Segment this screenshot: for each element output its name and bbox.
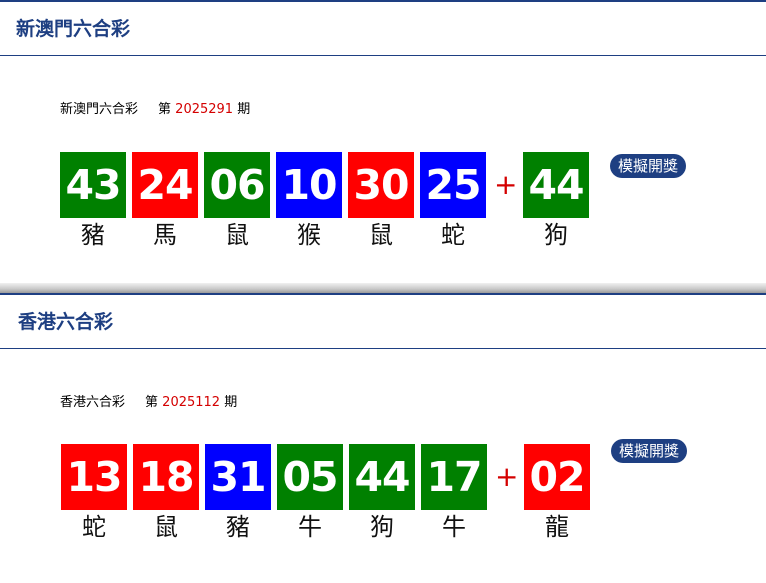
hongkong-lottery-section: 香港六合彩 香港六合彩第 2025112 期 13 18 31 05 44 17…: [0, 293, 766, 583]
ball-2: 24: [132, 152, 198, 218]
issue-prefix: 第: [145, 395, 159, 410]
section-divider: [0, 283, 766, 293]
special-ball: 02: [524, 444, 590, 510]
issue-line: 新澳門六合彩 第 2025291 期: [60, 101, 250, 119]
zodiac-3: 鼠: [225, 221, 249, 249]
zodiac-2: 馬: [153, 221, 177, 249]
plus-sign: +: [495, 460, 519, 493]
zodiac-5: 鼠: [369, 221, 393, 249]
issue-line: 香港六合彩 第 2025112 期: [60, 394, 237, 412]
result-balls: 43 24 06 10 30 25 + 44 豬 馬 鼠 猴 鼠 蛇 狗 模擬開…: [0, 152, 766, 252]
zodiac-1: 蛇: [82, 513, 106, 541]
special-zodiac: 龍: [545, 513, 569, 541]
issue-number: 2025291: [175, 102, 234, 117]
simulate-draw-button[interactable]: 模擬開獎: [610, 154, 687, 178]
zodiac-6: 牛: [442, 513, 466, 541]
section-title: 香港六合彩: [18, 311, 114, 333]
lottery-name: 香港六合彩: [60, 395, 126, 410]
issue-number: 2025112: [162, 395, 221, 410]
section-header: 香港六合彩: [0, 295, 766, 349]
ball-1: 13: [61, 444, 127, 510]
issue-prefix: 第: [158, 102, 172, 117]
ball-6: 25: [420, 152, 486, 218]
special-ball: 44: [523, 152, 589, 218]
ball-4: 10: [276, 152, 342, 218]
zodiac-1: 豬: [81, 221, 105, 249]
ball-1: 43: [60, 152, 126, 218]
special-zodiac: 狗: [544, 221, 568, 249]
ball-4: 05: [277, 444, 343, 510]
lottery-name: 新澳門六合彩: [60, 102, 139, 117]
zodiac-2: 鼠: [154, 513, 178, 541]
ball-6: 17: [421, 444, 487, 510]
section-title: 新澳門六合彩: [16, 18, 131, 40]
zodiac-6: 蛇: [441, 221, 465, 249]
ball-5: 30: [348, 152, 414, 218]
plus-sign: +: [494, 168, 518, 201]
zodiac-4: 猴: [297, 221, 321, 249]
ball-3: 06: [204, 152, 270, 218]
ball-3: 31: [205, 444, 271, 510]
zodiac-5: 狗: [370, 513, 394, 541]
simulate-draw-button[interactable]: 模擬開獎: [611, 439, 688, 463]
ball-5: 44: [349, 444, 415, 510]
issue-suffix: 期: [224, 395, 238, 410]
issue-suffix: 期: [237, 102, 251, 117]
section-header: 新澳門六合彩: [0, 2, 766, 56]
result-balls: 13 18 31 05 44 17 + 02 蛇 鼠 豬 牛 狗 牛 龍 模擬開…: [0, 439, 766, 544]
macau-lottery-section: 新澳門六合彩 新澳門六合彩第 2025291 期 43 24 06 10 30 …: [0, 0, 766, 283]
ball-2: 18: [133, 444, 199, 510]
zodiac-4: 牛: [298, 513, 322, 541]
zodiac-3: 豬: [226, 513, 250, 541]
